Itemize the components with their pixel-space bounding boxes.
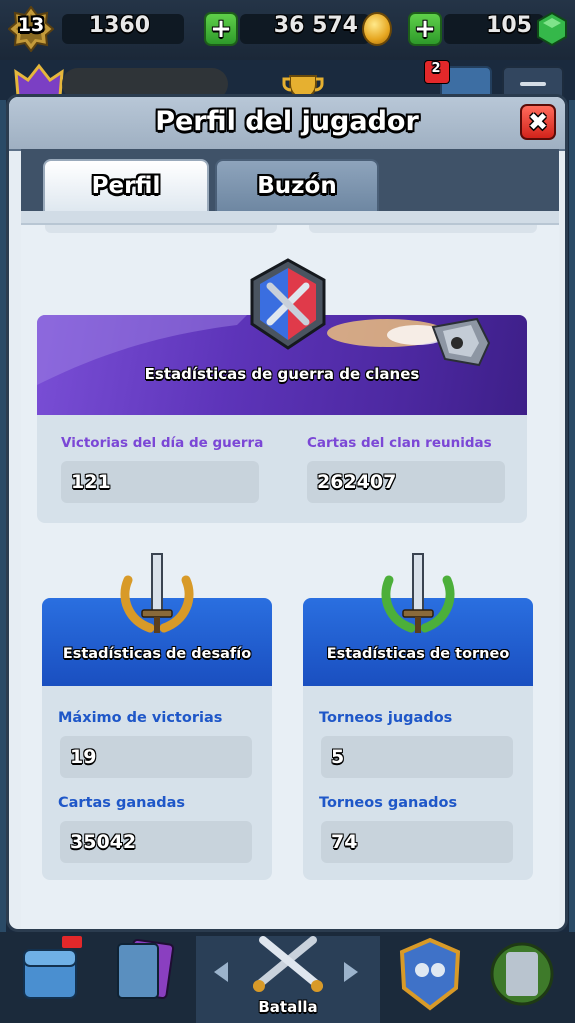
stat-label: Victorias del día de guerra <box>61 435 264 451</box>
plus-icon: + <box>210 14 232 44</box>
experience-value: 1360 <box>88 13 150 38</box>
crossed-swords-icon <box>253 936 323 992</box>
stat-value: 121 <box>71 471 111 493</box>
tab-bar: Perfil Buzón <box>21 149 559 211</box>
tab-profile[interactable]: Perfil <box>43 159 209 211</box>
close-icon: ✖ <box>527 108 549 136</box>
gems-value: 105 <box>486 13 532 38</box>
add-gold-button[interactable]: + <box>204 12 238 46</box>
stat-value: 74 <box>331 831 358 853</box>
nav-cards-button[interactable] <box>108 936 184 1020</box>
stat-value: 262407 <box>317 471 397 493</box>
stat-value: 35042 <box>70 831 137 853</box>
stat-label: Torneos ganados <box>319 795 458 811</box>
tournament-title: Estadísticas de torneo <box>326 646 510 662</box>
tournament-stats-card: Estadísticas de torneo Torneos jugados 5… <box>303 598 533 880</box>
nav-events-button[interactable] <box>486 936 558 1020</box>
tab-label: Perfil <box>91 173 161 199</box>
previous-card-edge <box>45 225 277 233</box>
stat-label: Torneos jugados <box>319 710 453 726</box>
crown-icon <box>14 63 64 98</box>
tab-inbox[interactable]: Buzón <box>215 159 379 211</box>
plus-icon: + <box>414 14 436 44</box>
previous-card-edge <box>309 225 537 233</box>
menu-icon <box>520 82 546 86</box>
nav-left-arrow-icon[interactable] <box>214 962 228 982</box>
modal-header: Perfil del jugador ✖ <box>9 97 565 151</box>
stat-label: Cartas ganadas <box>58 795 186 811</box>
nav-shop-button[interactable] <box>18 936 82 1020</box>
level-number: 13 <box>17 14 45 36</box>
nav-clan-button[interactable] <box>398 936 462 1020</box>
gem-icon <box>537 12 567 46</box>
nav-right-arrow-icon[interactable] <box>344 962 358 982</box>
close-button[interactable]: ✖ <box>520 104 556 140</box>
stat-value: 5 <box>331 746 345 768</box>
clan-war-title: Estadísticas de guerra de clanes <box>144 365 420 383</box>
coin-icon <box>362 12 392 46</box>
stat-label: Máximo de victorias <box>58 710 223 726</box>
background-right-edge <box>569 100 575 932</box>
tab-label: Buzón <box>257 173 337 199</box>
stat-value: 19 <box>70 746 97 768</box>
stat-value-box <box>321 736 513 778</box>
clan-war-emblem-icon <box>250 258 326 350</box>
treasure-chest-icon <box>23 936 82 999</box>
cards-icon <box>117 938 175 1000</box>
nav-battle-label: Batalla <box>258 998 318 1016</box>
modal-title: Perfil del jugador <box>155 106 419 137</box>
challenge-stats-card: Estadísticas de desafío Máximo de victor… <box>42 598 272 880</box>
events-wreath-icon <box>490 942 554 1006</box>
challenge-title: Estadísticas de desafío <box>62 646 252 662</box>
stat-label: Cartas del clan reunidas <box>307 435 492 451</box>
gold-value: 36 574 <box>273 13 358 38</box>
resource-bar: 13 1360 + 36 574 + 105 <box>0 0 575 60</box>
green-wreath-sword-icon <box>381 553 455 633</box>
scroll-edge <box>21 211 559 225</box>
gold-wreath-sword-icon <box>120 553 194 633</box>
rocket-icon <box>431 317 491 367</box>
notification-count: 2 <box>431 61 441 76</box>
clan-shield-icon <box>399 937 461 1011</box>
add-gems-button[interactable]: + <box>408 12 442 46</box>
